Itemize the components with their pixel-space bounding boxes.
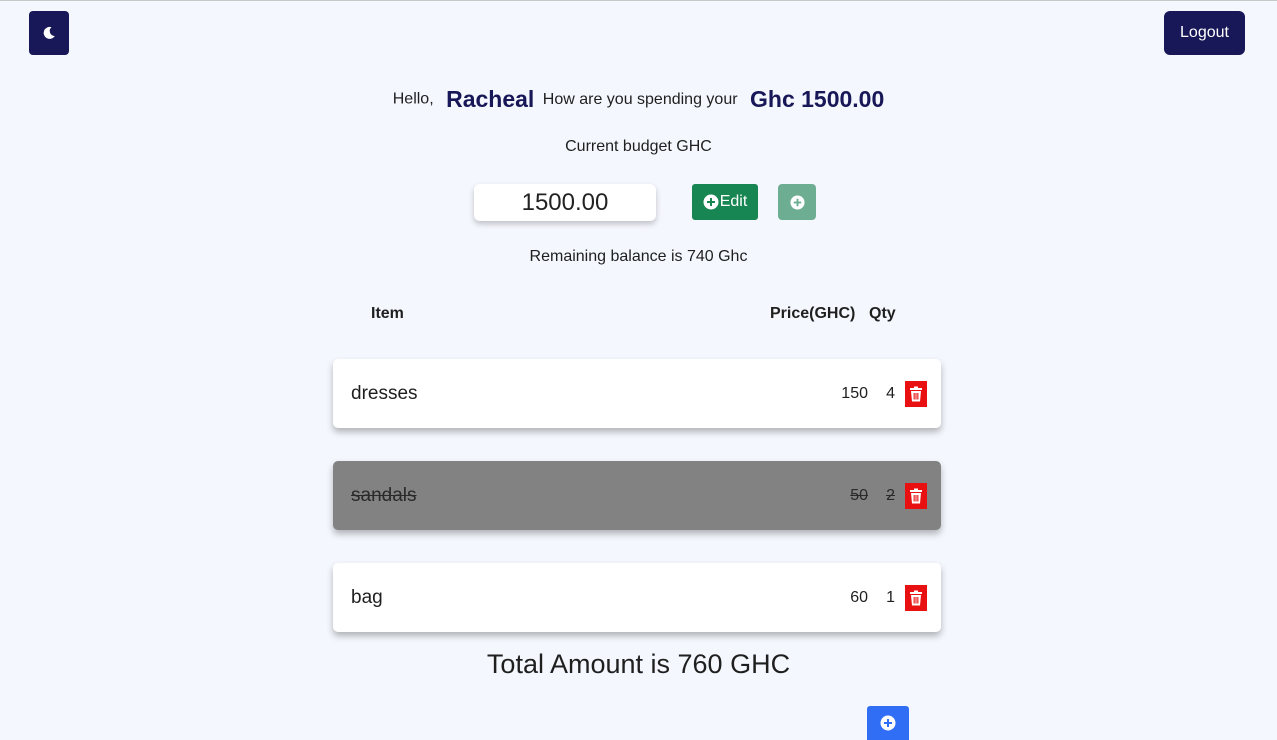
delete-button[interactable] <box>905 585 927 611</box>
header-qty: Qty <box>869 305 896 322</box>
plus-circle-icon <box>880 715 896 731</box>
trash-icon <box>910 488 922 504</box>
list-item[interactable]: sandals 50 2 <box>333 461 941 530</box>
greeting-hello: Hello, <box>392 90 434 108</box>
plus-circle-icon <box>703 194 719 210</box>
add-item-button[interactable] <box>867 706 909 740</box>
delete-button[interactable] <box>905 381 927 407</box>
list-item[interactable]: bag 60 1 <box>333 563 941 632</box>
trash-icon <box>910 386 922 402</box>
item-price: 150 <box>841 385 868 402</box>
plus-circle-icon <box>789 194 805 210</box>
trash-icon <box>910 590 922 606</box>
greeting-question: How are you spending your <box>542 90 738 108</box>
item-qty: 2 <box>886 487 895 504</box>
edit-budget-button[interactable]: Edit <box>692 184 758 220</box>
budget-input[interactable]: 1500.00 <box>474 184 656 221</box>
list-item[interactable]: dresses 150 4 <box>333 359 941 428</box>
greeting: Hello, Racheal How are you spending your… <box>0 86 1277 113</box>
item-qty: 1 <box>886 589 895 606</box>
remaining-balance: Remaining balance is 740 Ghc <box>529 248 748 265</box>
total-amount: Total Amount is 760 GHC <box>486 649 791 679</box>
item-name: dresses <box>351 383 418 404</box>
header-price: Price(GHC) <box>770 305 856 322</box>
budget-label: Current budget GHC <box>565 138 712 155</box>
user-name: Racheal <box>446 86 535 112</box>
moon-icon <box>43 26 55 39</box>
header-item: Item <box>371 305 404 322</box>
edit-label: Edit <box>719 193 748 210</box>
top-divider <box>0 0 1277 1</box>
delete-button[interactable] <box>905 483 927 509</box>
item-price: 60 <box>850 589 868 606</box>
logout-button[interactable]: Logout <box>1164 11 1245 55</box>
add-budget-button[interactable] <box>778 184 816 220</box>
budget-amount-heading: Ghc 1500.00 <box>750 86 885 112</box>
item-name: bag <box>351 587 383 608</box>
item-price: 50 <box>850 487 868 504</box>
theme-toggle-button[interactable] <box>29 11 69 55</box>
item-name: sandals <box>351 485 417 506</box>
item-qty: 4 <box>886 385 895 402</box>
